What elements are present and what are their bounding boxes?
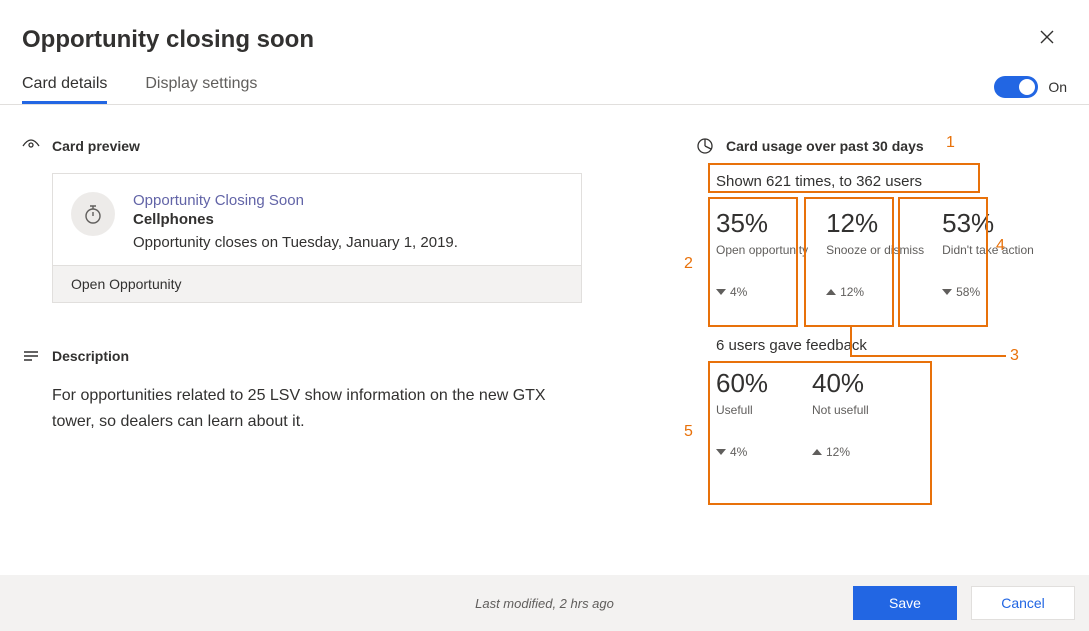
- footer: Last modified, 2 hrs ago Save Cancel: [0, 575, 1089, 631]
- stat-delta: 4%: [730, 445, 747, 459]
- save-button[interactable]: Save: [853, 586, 957, 620]
- preview-card-body: Opportunity closes on Tuesday, January 1…: [133, 234, 458, 251]
- stat-pct: 12%: [826, 208, 924, 239]
- usage-summary: Shown 621 times, to 362 users: [716, 173, 1067, 190]
- tab-card-details[interactable]: Card details: [22, 75, 107, 104]
- cancel-button[interactable]: Cancel: [971, 586, 1075, 620]
- close-icon: [1039, 28, 1055, 50]
- text-lines-icon: [22, 347, 40, 365]
- pie-chart-icon: [696, 137, 714, 155]
- stat-delta: 12%: [826, 445, 850, 459]
- stopwatch-icon: [71, 192, 115, 236]
- card-preview: Opportunity Closing Soon Cellphones Oppo…: [52, 173, 582, 303]
- trend-down-icon: [716, 449, 726, 455]
- stat-open-opportunity: 35% Open opportunity 4%: [716, 208, 808, 299]
- stat-pct: 60%: [716, 368, 794, 399]
- card-usage-heading: Card usage over past 30 days: [726, 138, 924, 154]
- annotation-number: 2: [684, 255, 693, 273]
- enabled-toggle[interactable]: [994, 76, 1038, 98]
- description-heading: Description: [52, 348, 129, 364]
- trend-down-icon: [716, 289, 726, 295]
- stat-label: Open opportunity: [716, 243, 808, 271]
- stat-delta: 58%: [956, 285, 980, 299]
- stat-pct: 53%: [942, 208, 1034, 239]
- preview-card-action[interactable]: Open Opportunity: [53, 265, 581, 302]
- stat-pct: 40%: [812, 368, 912, 399]
- stat-delta: 12%: [840, 285, 864, 299]
- stat-not-useful: 40% Not usefull 12%: [812, 368, 912, 459]
- tabs: Card details Display settings: [22, 75, 257, 104]
- stat-label: Not usefull: [812, 403, 912, 431]
- page-title: Opportunity closing soon: [22, 26, 314, 54]
- stat-useful: 60% Usefull 4%: [716, 368, 794, 459]
- description-body: For opportunities related to 25 LSV show…: [52, 383, 582, 434]
- tab-display-settings[interactable]: Display settings: [145, 75, 257, 104]
- preview-card-subtitle: Cellphones: [133, 211, 458, 228]
- close-button[interactable]: [1031, 24, 1063, 55]
- card-preview-heading: Card preview: [52, 138, 140, 154]
- feedback-block: 6 users gave feedback 60% Usefull 4% 40%…: [716, 337, 1067, 459]
- trend-up-icon: [826, 289, 836, 295]
- last-modified: Last modified, 2 hrs ago: [475, 596, 614, 611]
- stat-label: Didn't take action: [942, 243, 1034, 271]
- preview-card-title: Opportunity Closing Soon: [133, 192, 458, 209]
- enabled-toggle-label: On: [1048, 79, 1067, 95]
- trend-down-icon: [942, 289, 952, 295]
- feedback-title: 6 users gave feedback: [716, 337, 1067, 354]
- stat-snooze-dismiss: 12% Snooze or dismiss 12%: [826, 208, 924, 299]
- stat-delta: 4%: [730, 285, 747, 299]
- annotation-number: 5: [684, 423, 693, 441]
- eye-icon: [22, 137, 40, 155]
- stat-label: Usefull: [716, 403, 794, 431]
- stat-no-action: 53% Didn't take action 58%: [942, 208, 1034, 299]
- usage-stats: 35% Open opportunity 4% 12% Snooze or di…: [716, 208, 1067, 299]
- stat-pct: 35%: [716, 208, 808, 239]
- stat-label: Snooze or dismiss: [826, 243, 924, 271]
- trend-up-icon: [812, 449, 822, 455]
